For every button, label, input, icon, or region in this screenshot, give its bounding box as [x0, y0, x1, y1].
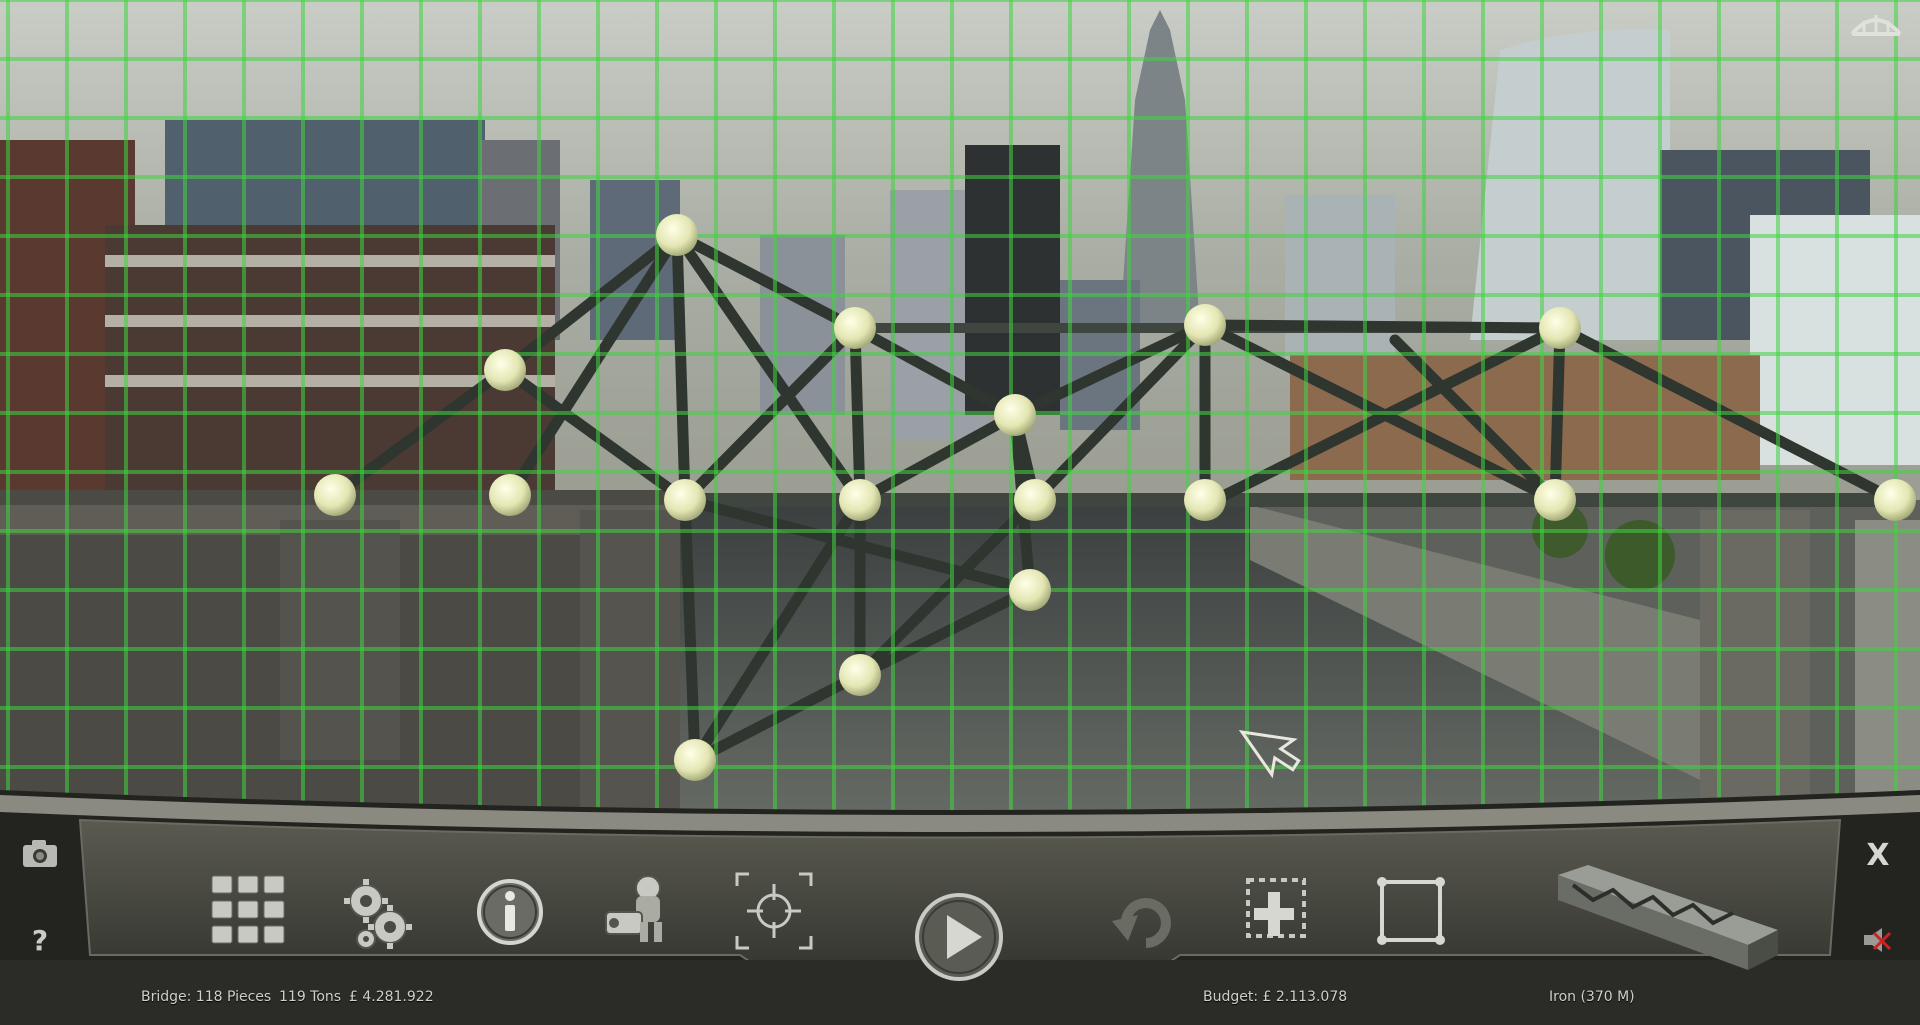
play-simulation-button[interactable] [912, 890, 1006, 984]
bridge-joint-node[interactable] [484, 349, 526, 391]
bridge-joint-node[interactable] [656, 214, 698, 256]
menu-button[interactable] [208, 872, 288, 952]
bridge-joint-node[interactable] [1009, 569, 1051, 611]
bridge-logo-button[interactable] [1848, 6, 1904, 40]
center-view-button[interactable] [733, 870, 815, 952]
iron-beam-icon [1558, 865, 1778, 970]
bridge-joint-node[interactable] [834, 307, 876, 349]
camera-icon [23, 840, 57, 867]
bridge-joint-node[interactable] [839, 479, 881, 521]
material-selector-button[interactable] [1548, 855, 1782, 975]
undo-icon [1112, 898, 1171, 948]
bridge-piece-count: Bridge: 118 Pieces [141, 989, 272, 1005]
gears-icon [344, 879, 412, 949]
help-icon: ? [31, 923, 49, 957]
bridge-joint-node[interactable] [674, 739, 716, 781]
bridge-joint-node[interactable] [1014, 479, 1056, 521]
sound-muted-icon [1864, 928, 1892, 952]
add-joint-button[interactable] [1240, 872, 1320, 952]
selected-material: Iron (370 M) [1549, 989, 1635, 1005]
bridge-joint-node[interactable] [839, 654, 881, 696]
undo-button[interactable] [1108, 885, 1178, 955]
bridge-joint-node[interactable] [1184, 479, 1226, 521]
test-drive-camera-button[interactable] [600, 870, 680, 950]
target-icon [735, 872, 813, 950]
close-icon: X [1866, 837, 1890, 873]
budget-remaining: Budget: £ 2.113.078 [1203, 989, 1348, 1005]
bridge-joint-node[interactable] [1539, 307, 1581, 349]
bridge-weight: 119 Tons [279, 989, 342, 1005]
bridge-joint-node[interactable] [994, 394, 1036, 436]
bridge-joint-node[interactable] [314, 474, 356, 516]
sound-toggle-button[interactable] [1860, 925, 1896, 955]
info-button[interactable] [470, 872, 550, 952]
bridge-joint-node[interactable] [1184, 304, 1226, 346]
screenshot-button[interactable] [20, 837, 60, 871]
select-box-icon [1377, 877, 1445, 945]
play-icon [915, 893, 1003, 981]
bottom-toolbar: Bridge: 118 Pieces 119 Tons £ 4.281.922 … [0, 790, 1920, 1025]
bridge-cost: £ 4.281.922 [349, 989, 434, 1005]
add-selection-icon [1246, 878, 1306, 938]
bridge-joint-node[interactable] [1874, 479, 1916, 521]
bridge-logo-icon [1850, 15, 1902, 36]
close-button[interactable]: X [1858, 835, 1898, 875]
help-button[interactable]: ? [20, 920, 60, 960]
bridge-joint-node[interactable] [489, 474, 531, 516]
select-box-button[interactable] [1372, 872, 1452, 952]
bridge-joint-node[interactable] [1534, 479, 1576, 521]
bridge-joint-node[interactable] [664, 479, 706, 521]
camera-operator-icon [605, 875, 662, 942]
info-icon [477, 879, 543, 945]
menu-grid-icon [211, 875, 285, 944]
settings-button[interactable] [340, 875, 420, 955]
